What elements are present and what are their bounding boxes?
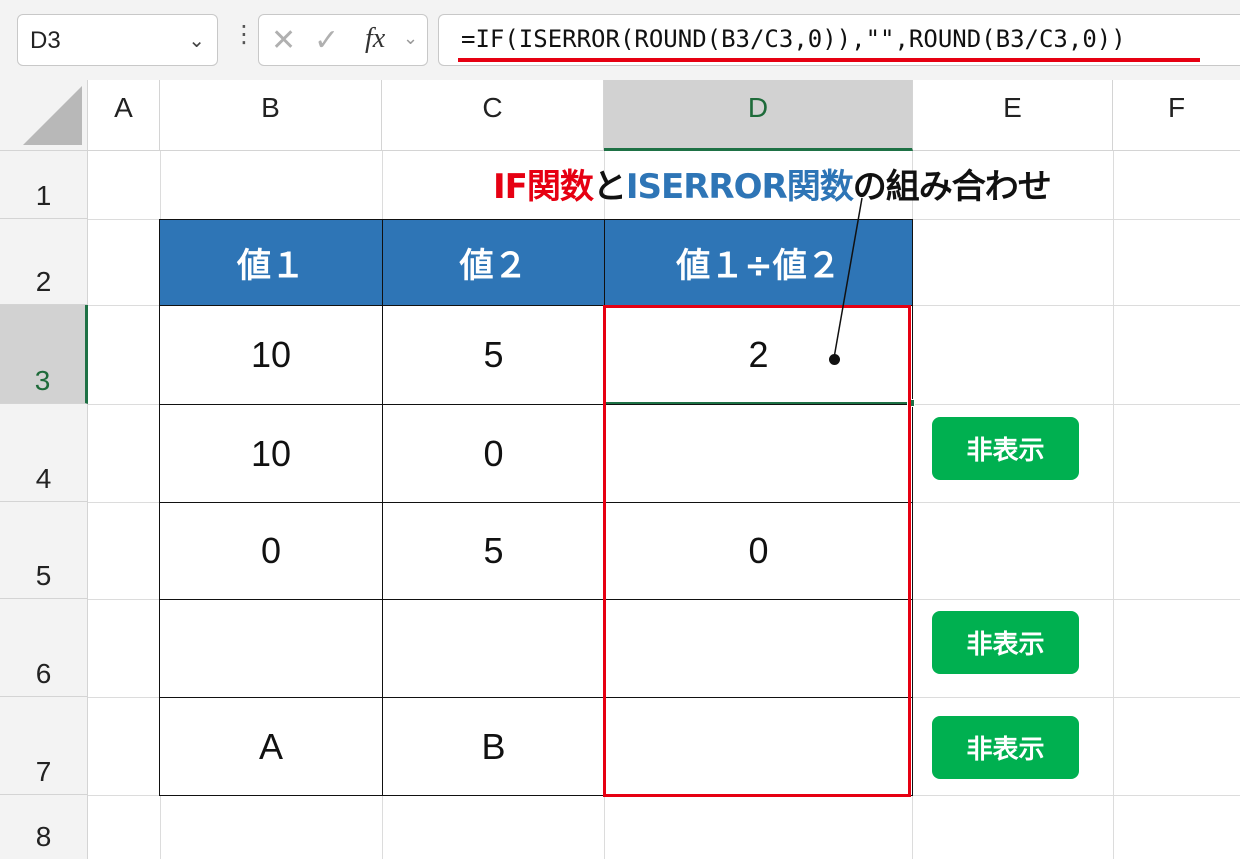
formula-text: =IF(ISERROR(ROUND(B3/C3,0)),"",ROUND(B3/… [461, 25, 1126, 53]
callout-pointer [833, 197, 863, 359]
chevron-down-icon[interactable]: ⌄ [403, 28, 418, 49]
formula-bar: D3 ⌄ ⋮ ✕ ✓ fx ⌄ =IF(ISERROR(ROUND(B3/C3,… [0, 0, 1240, 80]
insert-function-icon[interactable]: fx [365, 23, 385, 55]
more-options-icon[interactable]: ⋮ [232, 22, 256, 46]
name-box[interactable]: D3 ⌄ [17, 14, 218, 66]
spreadsheet-grid: A B C D E F 1 2 3 4 5 6 7 8 IF関数とISERROR… [0, 80, 1240, 859]
name-box-value: D3 [30, 27, 61, 54]
chevron-down-icon[interactable]: ⌄ [188, 28, 205, 52]
formula-underline [458, 58, 1200, 62]
enter-icon[interactable]: ✓ [314, 23, 339, 58]
formula-buttons: ✕ ✓ fx ⌄ [258, 14, 428, 66]
callout-dot [829, 354, 840, 365]
cancel-icon[interactable]: ✕ [271, 23, 296, 58]
